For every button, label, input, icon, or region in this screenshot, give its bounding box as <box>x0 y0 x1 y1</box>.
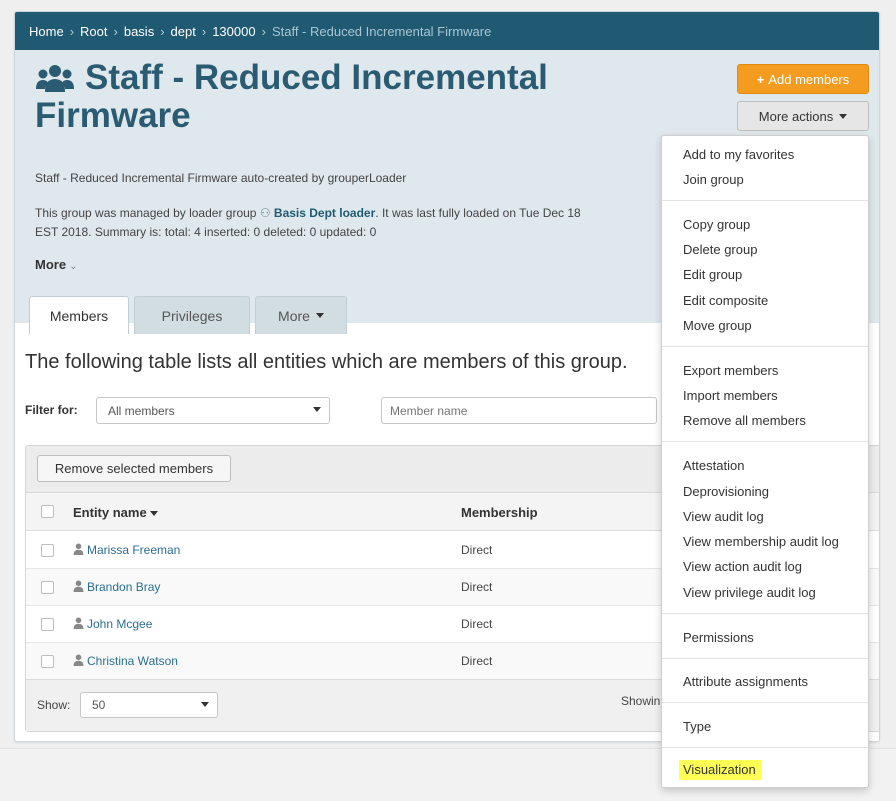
menu-divider <box>662 702 868 703</box>
menu-item-remove-all-members[interactable]: Remove all members <box>683 413 806 428</box>
entity-link[interactable]: Marissa Freeman <box>87 543 180 557</box>
more-actions-label: More actions <box>758 108 834 124</box>
showing-count: Showin <box>621 694 661 708</box>
tab-bar: Members Privileges More <box>29 296 347 334</box>
tab-more-label: More <box>278 307 310 324</box>
person-icon <box>73 580 84 592</box>
caret-down-icon <box>839 113 848 119</box>
add-members-button[interactable]: + Add members <box>737 64 869 94</box>
breadcrumb-separator: › <box>113 23 118 39</box>
row-checkbox[interactable] <box>41 618 54 631</box>
breadcrumb: Home › Root › basis › dept › 130000 › St… <box>15 12 879 50</box>
menu-divider <box>662 747 868 748</box>
remove-selected-members-button[interactable]: Remove selected members <box>37 455 231 482</box>
loader-group-link[interactable]: Basis Dept loader <box>274 206 375 220</box>
breadcrumb-separator: › <box>69 23 75 39</box>
person-icon <box>73 654 84 666</box>
menu-divider <box>662 613 868 614</box>
add-members-label: Add members <box>768 71 850 87</box>
menu-item-move-group[interactable]: Move group <box>683 318 752 333</box>
breadcrumb-basis[interactable]: basis <box>124 24 154 39</box>
breadcrumb-separator: › <box>201 23 207 39</box>
breadcrumb-dept[interactable]: dept <box>171 24 196 39</box>
filter-select[interactable]: All members <box>96 397 330 424</box>
more-toggle[interactable]: More ⌄ <box>35 257 77 272</box>
caret-down-icon <box>201 702 209 707</box>
menu-item-import-members[interactable]: Import members <box>683 388 778 403</box>
tab-privileges-label: Privileges <box>161 307 223 324</box>
menu-item-view-privilege-audit-log[interactable]: View privilege audit log <box>683 585 816 600</box>
membership-value: Direct <box>461 580 493 594</box>
tab-members[interactable]: Members <box>29 296 129 334</box>
loader-text-pre: This group was managed by loader group <box>35 206 260 220</box>
entity-name-header[interactable]: Entity name <box>73 505 159 520</box>
page-size-value: 50 <box>92 698 106 712</box>
caret-down-icon <box>315 313 324 318</box>
tab-more[interactable]: More <box>255 296 347 334</box>
show-label: Show: <box>37 698 71 712</box>
loader-text-post: . It was last fully loaded on Tue Dec 18 <box>375 206 581 220</box>
menu-item-view-action-audit-log[interactable]: View action audit log <box>683 559 802 574</box>
loader-info: This group was managed by loader group ⚇… <box>35 204 675 242</box>
more-label: More <box>35 257 67 272</box>
menu-item-view-audit-log[interactable]: View audit log <box>683 509 764 524</box>
sort-caret-icon <box>150 511 159 517</box>
entity-name-header-label: Entity name <box>73 505 147 520</box>
membership-header: Membership <box>461 505 538 520</box>
group-small-icon: ⚇ <box>259 206 274 220</box>
menu-divider <box>662 441 868 442</box>
menu-item-type[interactable]: Type <box>683 719 711 734</box>
menu-item-join-group[interactable]: Join group <box>683 172 744 187</box>
breadcrumb-current: Staff - Reduced Incremental Firmware <box>271 23 492 39</box>
tab-members-label: Members <box>49 307 109 324</box>
breadcrumb-home[interactable]: Home <box>29 24 64 39</box>
row-checkbox[interactable] <box>41 581 54 594</box>
more-actions-button[interactable]: More actions <box>737 101 869 131</box>
filter-label: Filter for: <box>25 403 78 417</box>
more-actions-menu: Add to my favorites Join group Copy grou… <box>661 135 869 788</box>
select-all-checkbox[interactable] <box>41 505 54 518</box>
row-checkbox[interactable] <box>41 544 54 557</box>
menu-divider <box>662 346 868 347</box>
menu-item-copy-group[interactable]: Copy group <box>683 217 750 232</box>
plus-icon: + <box>756 71 765 87</box>
tab-privileges[interactable]: Privileges <box>134 296 250 334</box>
members-intro: The following table lists all entities w… <box>25 351 628 373</box>
menu-item-attribute-assignments[interactable]: Attribute assignments <box>683 674 808 689</box>
menu-item-deprovisioning[interactable]: Deprovisioning <box>683 484 769 499</box>
breadcrumb-separator: › <box>261 23 266 39</box>
remove-selected-label: Remove selected members <box>54 461 214 476</box>
menu-divider <box>662 658 868 659</box>
row-checkbox[interactable] <box>41 655 54 668</box>
group-description: Staff - Reduced Incremental Firmware aut… <box>35 171 407 185</box>
menu-item-view-membership-audit-log[interactable]: View membership audit log <box>683 534 839 549</box>
membership-value: Direct <box>461 617 493 631</box>
chevron-down-icon: ⌄ <box>69 261 78 272</box>
entity-link[interactable]: Brandon Bray <box>87 580 160 594</box>
menu-item-delete-group[interactable]: Delete group <box>683 242 757 257</box>
membership-value: Direct <box>461 654 493 668</box>
person-icon <box>73 543 84 555</box>
menu-item-edit-group[interactable]: Edit group <box>683 267 742 282</box>
breadcrumb-root[interactable]: Root <box>80 24 107 39</box>
loader-summary: EST 2018. Summary is: total: 4 inserted:… <box>35 225 377 239</box>
menu-item-attestation[interactable]: Attestation <box>683 458 744 473</box>
membership-value: Direct <box>461 543 493 557</box>
menu-item-visualization[interactable]: Visualization <box>679 760 762 780</box>
person-icon <box>73 617 84 629</box>
menu-divider <box>662 200 868 201</box>
page-title: Staff - Reduced Incremental Firmware <box>35 58 548 135</box>
entity-link[interactable]: Christina Watson <box>87 654 178 668</box>
menu-item-export-members[interactable]: Export members <box>683 363 778 378</box>
caret-down-icon <box>313 407 321 412</box>
breadcrumb-130000[interactable]: 130000 <box>212 24 255 39</box>
filter-select-value: All members <box>108 403 175 418</box>
member-name-input[interactable] <box>381 397 657 424</box>
entity-link[interactable]: John Mcgee <box>87 617 152 631</box>
breadcrumb-separator: › <box>160 23 165 39</box>
menu-item-permissions[interactable]: Permissions <box>683 630 754 645</box>
page-size-select[interactable]: 50 <box>80 692 218 718</box>
menu-item-edit-composite[interactable]: Edit composite <box>683 293 768 308</box>
menu-item-add-to-favorites[interactable]: Add to my favorites <box>683 147 794 162</box>
